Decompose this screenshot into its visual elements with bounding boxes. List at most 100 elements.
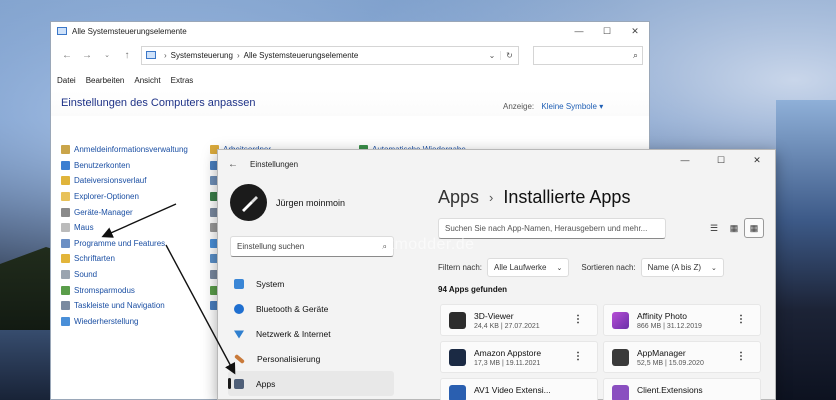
cp-item[interactable]: Maus <box>61 220 188 236</box>
forward-arrow-icon[interactable]: → <box>77 50 97 61</box>
control-panel-items: Anmeldeinformationsverwaltung Benutzerko… <box>61 142 188 329</box>
app-date: 31.12.2019 <box>666 322 702 330</box>
nav-item-network[interactable]: Netzwerk & Internet <box>228 321 394 346</box>
nav-label: Bluetooth & Geräte <box>256 303 329 314</box>
more-options-icon[interactable]: ⋮ <box>573 314 583 325</box>
nav-item-bluetooth[interactable]: Bluetooth & Geräte <box>228 296 394 321</box>
watermark: Deskmodder.de <box>356 236 475 253</box>
nav-label: System <box>256 278 285 289</box>
maximize-button[interactable]: ☐ <box>593 22 621 40</box>
app-size: 866 MB <box>637 322 662 330</box>
minimize-button[interactable]: — <box>565 22 593 40</box>
sort-dropdown[interactable]: Name (A bis Z) ⌄ <box>640 258 724 277</box>
search-input[interactable]: ⌕ <box>533 46 643 65</box>
view-dropdown[interactable]: Kleine Symbole ▾ <box>541 102 603 111</box>
app-card[interactable]: 3D-Viewer 24,4 KB | 27.07.2021 ⋮ <box>440 304 598 336</box>
user-profile[interactable]: Jürgen moinmoin <box>230 184 345 221</box>
settings-main: Apps › Installierte Apps Suchen Sie nach… <box>438 182 768 400</box>
filter-label: Filtern nach: <box>438 263 483 272</box>
3d-viewer-icon <box>449 311 466 329</box>
filter-dropdown[interactable]: Alle Laufwerke ⌄ <box>487 258 570 277</box>
breadcrumb-item[interactable]: Alle Systemsteuerungselemente <box>244 51 359 60</box>
app-card[interactable]: Client.Extensions <box>603 378 761 400</box>
close-button[interactable]: ✕ <box>621 22 649 40</box>
wifi-icon <box>234 330 244 339</box>
app-date: 19.11.2021 <box>505 359 541 367</box>
chevron-down-icon: ⌄ <box>711 264 717 272</box>
app-name: Affinity Photo <box>637 310 687 321</box>
settings-nav: System Bluetooth & Geräte Netzwerk & Int… <box>228 271 394 396</box>
apps-icon <box>234 378 244 389</box>
breadcrumb-item[interactable]: Systemsteuerung <box>171 51 233 60</box>
app-search-placeholder: Suchen Sie nach App-Namen, Herausgebern … <box>445 224 648 233</box>
affinity-photo-icon <box>612 311 629 329</box>
menu-item-datei[interactable]: Datei <box>57 76 76 85</box>
filter-bar: Filtern nach: Alle Laufwerke ⌄ Sortieren … <box>438 258 724 277</box>
av1-extension-icon <box>449 385 466 400</box>
mouse-icon <box>61 223 70 233</box>
nav-item-apps[interactable]: Apps <box>228 371 394 396</box>
sort-value: Name (A bis Z) <box>647 263 701 272</box>
address-bar[interactable]: › Systemsteuerung › Alle Systemsteuerung… <box>141 45 519 65</box>
more-options-icon[interactable]: ⋮ <box>736 351 746 362</box>
window-title: Alle Systemsteuerungselemente <box>72 26 187 36</box>
up-arrow-icon[interactable]: ↑ <box>117 50 137 61</box>
chevron-right-icon: › <box>236 50 240 60</box>
app-card[interactable]: Affinity Photo 866 MB | 31.12.2019 ⋮ <box>603 304 761 336</box>
more-options-icon[interactable]: ⋮ <box>573 351 583 362</box>
device-manager-icon <box>61 207 70 217</box>
back-arrow-icon[interactable]: ← <box>228 159 238 170</box>
breadcrumb-parent[interactable]: Apps <box>438 187 479 208</box>
chevron-down-icon: ⌄ <box>556 264 563 272</box>
grid-view-icon[interactable]: ▦ <box>744 218 764 238</box>
minimize-button[interactable]: — <box>667 150 703 170</box>
cp-item-label: Schriftarten <box>74 254 115 264</box>
more-options-icon[interactable]: ⋮ <box>736 314 746 325</box>
back-arrow-icon[interactable]: ← <box>57 50 77 61</box>
control-panel-titlebar[interactable]: Alle Systemsteuerungselemente <box>51 22 649 40</box>
page-title: Installierte Apps <box>503 186 631 207</box>
tile-view-icon[interactable]: ▦ <box>724 218 744 238</box>
cp-item[interactable]: Sound <box>61 267 188 283</box>
menu-item-ansicht[interactable]: Ansicht <box>134 76 160 85</box>
cp-item[interactable]: Anmeldeinformationsverwaltung <box>61 142 188 158</box>
app-card[interactable]: Amazon Appstore 17,3 MB | 19.11.2021 ⋮ <box>440 341 598 373</box>
close-button[interactable]: ✕ <box>739 150 775 170</box>
cp-item[interactable]: Explorer-Optionen <box>61 189 188 205</box>
cp-item[interactable]: Geräte-Manager <box>61 204 188 220</box>
wallpaper-right <box>776 100 836 400</box>
list-view-icon[interactable]: ☰ <box>704 218 724 238</box>
search-icon: ⌕ <box>632 50 638 60</box>
nav-item-personalization[interactable]: Personalisierung <box>228 346 394 371</box>
cp-item[interactable]: Stromsparmodus <box>61 282 188 298</box>
menu-item-extras[interactable]: Extras <box>171 76 194 85</box>
menu-item-bearbeiten[interactable]: Bearbeiten <box>86 76 125 85</box>
app-card[interactable]: AV1 Video Extensi... <box>440 378 598 400</box>
app-size: 52,5 MB <box>637 359 664 367</box>
brush-icon <box>241 195 258 212</box>
cp-item[interactable]: Programme und Features <box>61 236 188 252</box>
appmanager-icon <box>612 348 629 366</box>
app-size: 17,3 MB <box>474 359 501 367</box>
folder-icon <box>61 192 70 202</box>
cp-item[interactable]: Wiederherstellung <box>61 314 188 330</box>
cp-item-label: Wiederherstellung <box>74 316 139 326</box>
power-icon <box>61 285 70 295</box>
client-extensions-icon <box>612 385 629 400</box>
programs-icon <box>61 238 70 248</box>
cp-item[interactable]: Taskleiste und Navigation <box>61 298 188 314</box>
app-name: Amazon Appstore <box>474 347 542 358</box>
recent-dropdown-icon[interactable]: ⌄ <box>97 51 117 59</box>
maximize-button[interactable]: ☐ <box>703 150 739 170</box>
nav-item-system[interactable]: System <box>228 271 394 296</box>
refresh-icon[interactable]: ↻ <box>500 50 518 60</box>
cp-item-label: Benutzerkonten <box>74 160 131 170</box>
cp-item[interactable]: Benutzerkonten <box>61 158 188 174</box>
chevron-down-icon[interactable]: ⌄ <box>484 51 500 60</box>
app-size: 24,4 KB <box>474 322 499 330</box>
app-card[interactable]: AppManager 52,5 MB | 15.09.2020 ⋮ <box>603 341 761 373</box>
cp-item[interactable]: Dateiversionsverlauf <box>61 173 188 189</box>
file-history-icon <box>61 176 70 186</box>
cp-item[interactable]: Schriftarten <box>61 251 188 267</box>
app-date: 15.09.2020 <box>668 359 704 367</box>
